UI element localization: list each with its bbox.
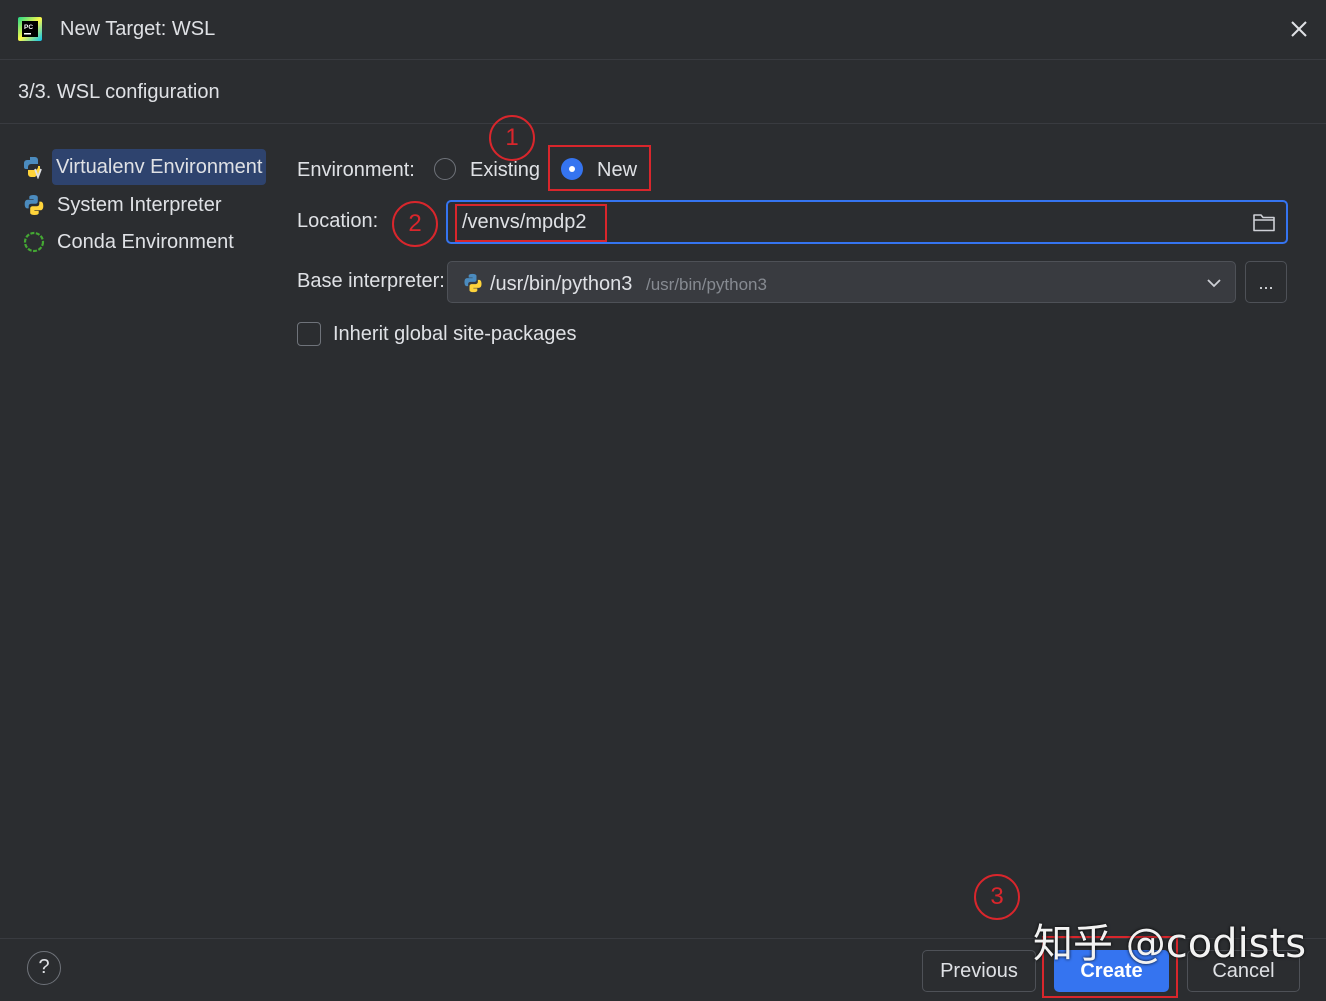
close-icon[interactable]: [1286, 16, 1312, 42]
python-icon: [24, 195, 44, 215]
previous-button[interactable]: Previous: [922, 950, 1036, 992]
interpreter-path-hint: /usr/bin/python3: [646, 275, 767, 294]
inherit-site-packages-checkbox[interactable]: [297, 322, 321, 346]
browse-interpreter-button[interactable]: ...: [1245, 261, 1287, 303]
interpreter-value: /usr/bin/python3: [490, 273, 633, 295]
new-target-dialog: PC New Target: WSL 3/3. WSL configuratio…: [0, 0, 1326, 1001]
step-header: 3/3. WSL configuration: [0, 60, 1326, 124]
sidebar-item-system-interpreter[interactable]: System Interpreter: [22, 187, 222, 223]
existing-radio-label[interactable]: Existing: [470, 158, 540, 182]
svg-text:PC: PC: [24, 24, 33, 31]
existing-radio[interactable]: [434, 158, 456, 180]
step-title: 3/3. WSL configuration: [18, 81, 220, 103]
folder-icon[interactable]: [1252, 211, 1276, 233]
cancel-button[interactable]: Cancel: [1187, 950, 1300, 992]
chevron-down-icon: [1207, 279, 1221, 288]
conda-icon: [23, 231, 45, 253]
sidebar-item-label: System Interpreter: [57, 193, 222, 216]
window-title: New Target: WSL: [60, 18, 216, 40]
annotation-box-location: [455, 204, 607, 242]
sidebar-item-label: Conda Environment: [57, 230, 234, 253]
pycharm-logo-icon: PC: [18, 17, 42, 41]
sidebar-item-virtualenv[interactable]: Virtualenv Environment: [22, 149, 267, 185]
sidebar-item-label: Virtualenv Environment: [52, 149, 267, 185]
title-bar: PC New Target: WSL: [0, 0, 1326, 60]
base-interpreter-select[interactable]: /usr/bin/python3 /usr/bin/python3: [447, 261, 1236, 303]
location-label: Location:: [297, 210, 379, 232]
base-interpreter-label: Base interpreter:: [297, 270, 445, 292]
python-icon: [464, 273, 482, 293]
annotation-circle-3: 3: [974, 874, 1020, 920]
annotation-box-create: [1042, 936, 1178, 998]
annotation-box-new: [548, 145, 651, 191]
help-button[interactable]: ?: [27, 951, 61, 985]
sidebar-item-conda[interactable]: Conda Environment: [22, 224, 234, 260]
annotation-circle-2: 2: [392, 201, 438, 247]
virtualenv-icon: [24, 157, 42, 179]
environment-label: Environment:: [297, 159, 415, 181]
inherit-site-packages-label[interactable]: Inherit global site-packages: [333, 322, 576, 346]
annotation-circle-1: 1: [489, 115, 535, 161]
